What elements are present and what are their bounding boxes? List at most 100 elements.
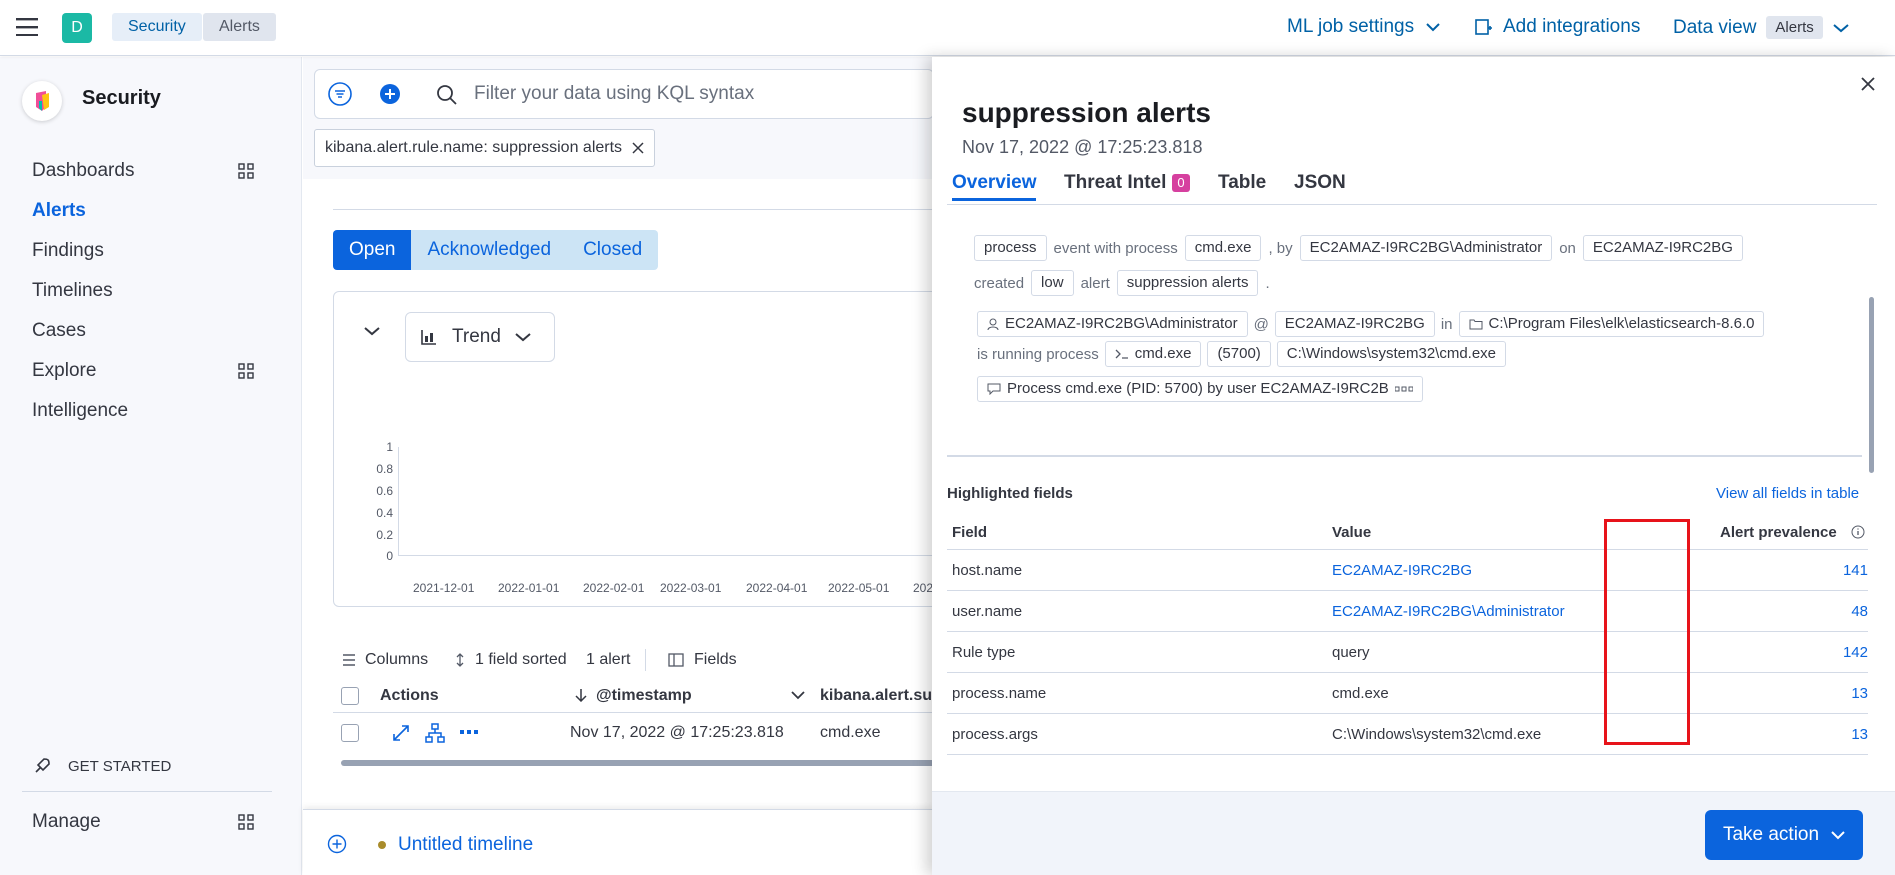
field-name: host.name (952, 562, 1023, 579)
add-timeline-icon[interactable] (327, 834, 347, 854)
sort-desc-icon[interactable] (575, 688, 587, 702)
prevalence-count[interactable]: 13 (1851, 685, 1868, 702)
row-checkbox[interactable] (341, 724, 359, 742)
comment-icon (987, 383, 1001, 395)
tab-closed[interactable]: Closed (567, 230, 659, 270)
select-all-checkbox[interactable] (341, 687, 359, 705)
sort-button[interactable]: 1 field sorted (455, 651, 567, 669)
sidebar-item-findings[interactable]: Findings (32, 240, 104, 262)
alert-summary: process event with process cmd.exe , by … (974, 235, 1834, 261)
tab-acknowledged[interactable]: Acknowledged (411, 230, 568, 270)
vertical-scrollbar[interactable] (1869, 297, 1874, 473)
trend-chart-yaxis (398, 447, 399, 555)
y-tick: 1 (386, 440, 393, 454)
sidebar-item-dashboards[interactable]: Dashboards (32, 160, 134, 182)
field-value-link[interactable]: EC2AMAZ-I9RC2BG\Administrator (1332, 603, 1565, 620)
info-icon[interactable] (1851, 525, 1865, 539)
column-header-timestamp[interactable]: @timestamp (596, 687, 692, 705)
apps-grid-icon[interactable] (238, 163, 254, 179)
prevalence-count[interactable]: 141 (1843, 562, 1868, 579)
process-summary: EC2AMAZ-I9RC2BG\Administrator @ EC2AMAZ-… (977, 311, 1765, 337)
field-name: process.name (952, 685, 1047, 702)
more-actions-icon[interactable] (460, 730, 478, 736)
collapse-chevron-icon[interactable] (364, 326, 380, 336)
column-header-field: Field (952, 524, 988, 541)
chevron-down-icon[interactable] (791, 691, 805, 700)
prevalence-count[interactable]: 142 (1843, 644, 1868, 661)
sidebar-item-manage[interactable]: Manage (32, 811, 101, 833)
divider (22, 791, 272, 792)
tab-overview[interactable]: Overview (952, 172, 1037, 194)
tab-open[interactable]: Open (333, 230, 412, 270)
host-chip[interactable]: EC2AMAZ-I9RC2BG (1274, 311, 1435, 337)
breadcrumb-security[interactable]: Security (112, 13, 202, 41)
working-dir-chip[interactable]: C:\Program Files\elk\elasticsearch-8.6.0 (1458, 311, 1765, 337)
view-all-fields-link[interactable]: View all fields in table (1716, 485, 1859, 502)
data-view-picker[interactable]: Data view Alerts (1673, 16, 1849, 39)
add-filter-icon[interactable] (377, 81, 403, 107)
x-tick: 2022-02-01 (583, 581, 645, 595)
search-icon (436, 84, 458, 106)
filter-pill[interactable]: kibana.alert.rule.name: suppression aler… (314, 129, 656, 167)
close-icon[interactable] (632, 142, 644, 154)
row-process: cmd.exe (820, 724, 881, 741)
breadcrumb-alerts: Alerts (203, 13, 276, 41)
field-value-link[interactable]: EC2AMAZ-I9RC2BG (1332, 562, 1472, 579)
sidebar-item-alerts[interactable]: Alerts (32, 200, 86, 222)
apps-grid-icon[interactable] (238, 363, 254, 379)
tab-json[interactable]: JSON (1294, 172, 1346, 194)
security-logo (22, 81, 62, 121)
summary-text: created (974, 274, 1025, 292)
column-header-rule: kibana.alert.su (820, 687, 933, 704)
data-view-badge: Alerts (1766, 16, 1823, 39)
tab-table[interactable]: Table (1218, 172, 1266, 194)
apps-grid-icon[interactable] (238, 814, 254, 830)
user-chip[interactable]: EC2AMAZ-I9RC2BG\Administrator (977, 311, 1248, 337)
executable-chip[interactable]: C:\Windows\system32\cmd.exe (1276, 341, 1507, 367)
space-avatar[interactable]: D (62, 13, 92, 43)
integrations-icon (1475, 18, 1493, 36)
divider (645, 649, 646, 671)
take-action-button[interactable]: Take action (1705, 810, 1863, 860)
ml-job-settings-button[interactable]: ML job settings (1287, 16, 1440, 38)
table-row: process.name cmd.exe 13 (947, 673, 1868, 714)
field-value: C:\Windows\system32\cmd.exe (1332, 726, 1542, 743)
y-tick: 0.6 (376, 484, 393, 498)
y-tick: 0.4 (376, 506, 393, 520)
add-integrations-button[interactable]: Add integrations (1475, 16, 1640, 38)
close-icon[interactable] (1860, 76, 1876, 92)
alert-details-flyout: suppression alerts Nov 17, 2022 @ 17:25:… (932, 57, 1895, 875)
analyze-tree-icon[interactable] (425, 723, 445, 743)
saved-query-icon[interactable] (327, 81, 353, 107)
sidebar-item-intelligence[interactable]: Intelligence (32, 400, 128, 422)
prevalence-count[interactable]: 48 (1851, 603, 1868, 620)
sidebar-item-explore[interactable]: Explore (32, 360, 96, 382)
tab-threat-intel[interactable]: Threat Intel 0 (1064, 172, 1190, 194)
expand-icon[interactable] (392, 724, 410, 742)
chevron-down-icon (1426, 22, 1440, 32)
threat-intel-count-badge: 0 (1172, 174, 1190, 192)
get-started-link[interactable]: GET STARTED (32, 756, 171, 776)
field-value: cmd.exe (1332, 685, 1389, 702)
timeline-title[interactable]: Untitled timeline (398, 834, 533, 856)
process-summary-line2: is running process cmd.exe (5700) C:\Win… (977, 341, 1507, 367)
column-header-prevalence: Alert prevalence (1720, 524, 1837, 541)
fields-button[interactable]: Fields (668, 651, 737, 669)
sidebar-item-timelines[interactable]: Timelines (32, 280, 113, 302)
pid-chip[interactable]: (5700) (1207, 341, 1271, 367)
kql-search-input[interactable]: Filter your data using KQL syntax (474, 83, 754, 105)
trend-selector[interactable]: Trend (405, 312, 555, 362)
prevalence-count[interactable]: 13 (1851, 726, 1868, 743)
process-chip[interactable]: cmd.exe (1104, 341, 1202, 367)
tab-underline (952, 198, 1036, 201)
user-chip: EC2AMAZ-I9RC2BG\Administrator (1299, 235, 1553, 261)
sidebar-item-cases[interactable]: Cases (32, 320, 86, 342)
table-row: Rule type query 142 (947, 632, 1868, 673)
rocket-icon (32, 756, 52, 776)
menu-icon[interactable] (16, 18, 38, 36)
horizontal-scrollbar[interactable] (341, 760, 941, 766)
field-name: Rule type (952, 644, 1016, 661)
chevron-down-icon (515, 332, 531, 342)
message-chip[interactable]: Process cmd.exe (PID: 5700) by user EC2A… (977, 376, 1423, 402)
columns-button[interactable]: Columns (343, 651, 428, 669)
